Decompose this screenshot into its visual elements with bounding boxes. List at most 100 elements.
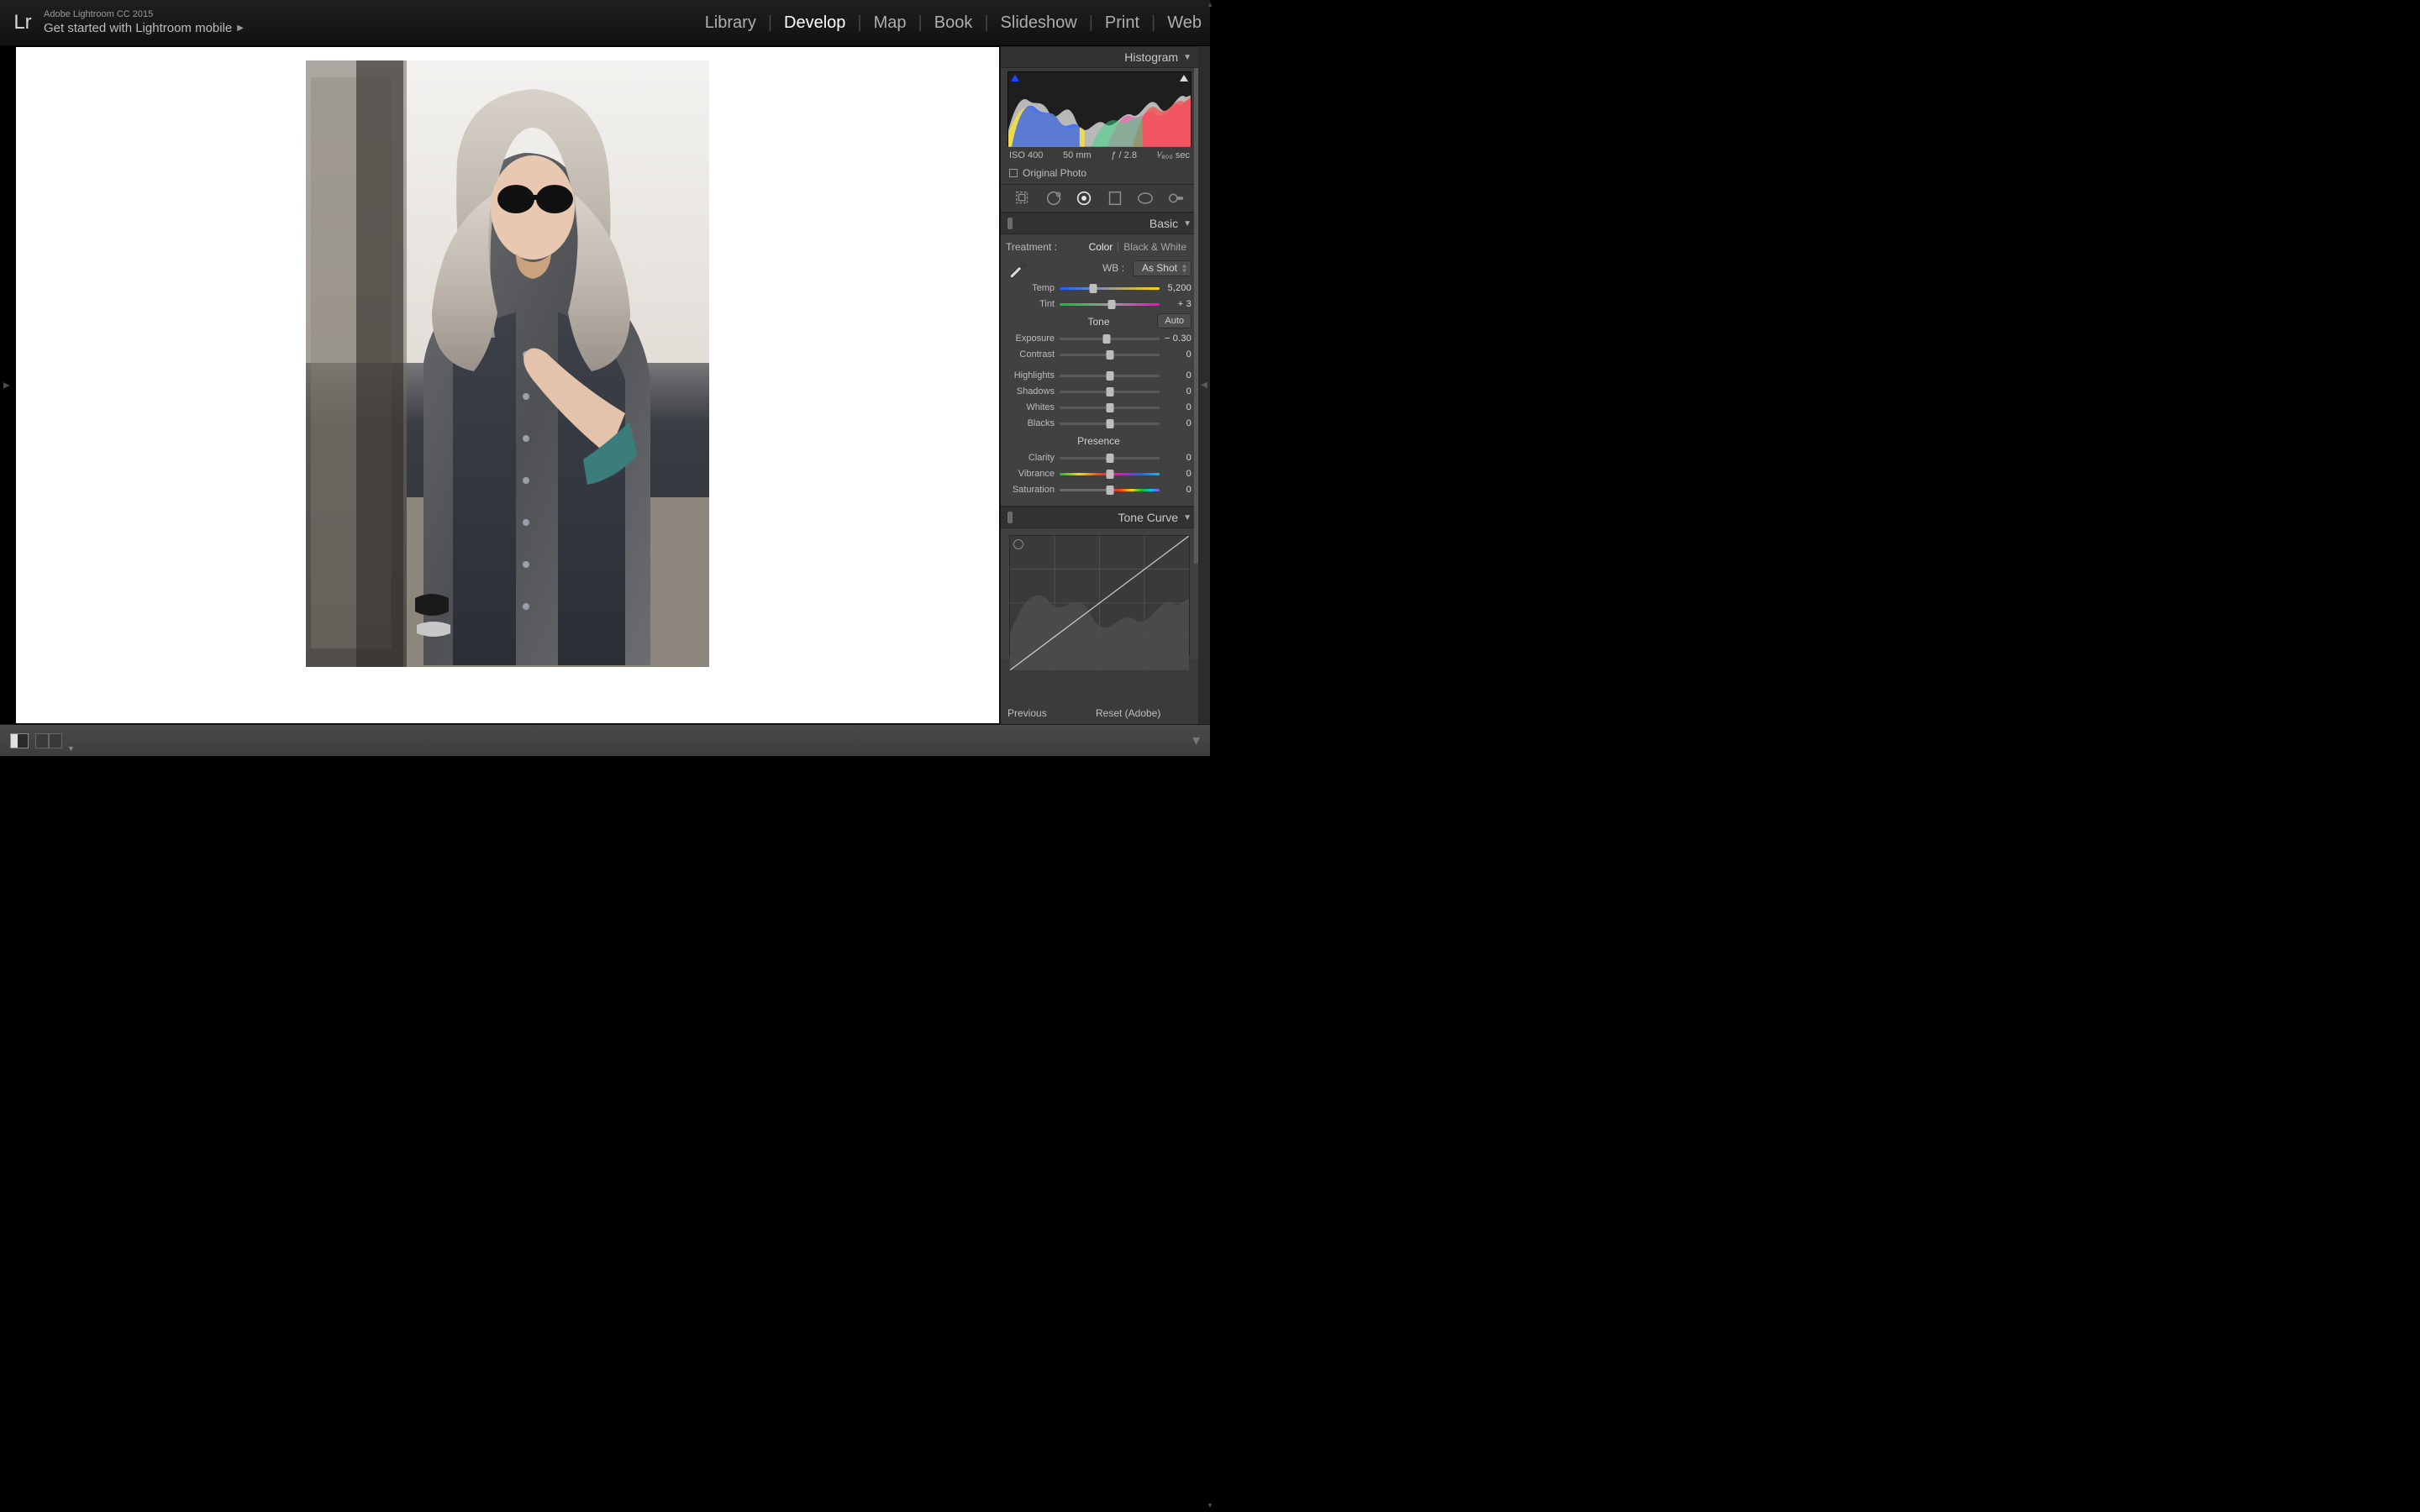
exposure-label: Exposure — [1006, 333, 1060, 344]
shadows-label: Shadows — [1006, 386, 1060, 396]
panel-title-tonecurve: Tone Curve — [1118, 511, 1179, 524]
original-photo-label: Original Photo — [1023, 167, 1086, 179]
wb-preset-dropdown[interactable]: As Shot — [1133, 260, 1192, 276]
vibrance-label: Vibrance — [1006, 469, 1060, 479]
tint-value[interactable]: + 3 — [1160, 299, 1192, 309]
temp-value[interactable]: 5,200 — [1160, 283, 1192, 293]
module-develop[interactable]: Develop — [784, 13, 845, 33]
contrast-slider[interactable] — [1060, 350, 1160, 359]
top-panel-expand-icon[interactable]: ▴ — [1207, 0, 1212, 9]
preview-photo[interactable] — [306, 60, 709, 667]
right-panel-expand-icon[interactable]: ◀ — [1198, 46, 1210, 724]
adjustment-brush-tool-icon[interactable] — [1165, 187, 1187, 209]
loupe-view-button[interactable] — [10, 733, 29, 748]
exposure-value[interactable]: − 0.30 — [1160, 333, 1192, 344]
treatment-bw[interactable]: Black & White — [1118, 241, 1192, 253]
meta-shutter: ¹⁄₈₀₀ sec — [1157, 150, 1190, 160]
treatment-color[interactable]: Color — [1084, 241, 1118, 253]
module-web[interactable]: Web — [1167, 13, 1202, 33]
tint-label: Tint — [1006, 299, 1060, 309]
panel-header-basic[interactable]: Basic ▼ — [1001, 213, 1198, 234]
whites-value[interactable]: 0 — [1160, 402, 1192, 412]
highlights-slider[interactable] — [1060, 371, 1160, 380]
tint-slider[interactable] — [1060, 300, 1160, 308]
top-bar: ▴ Lr Adobe Lightroom CC 2015 Get started… — [0, 0, 1210, 46]
wb-label: WB : — [1102, 262, 1124, 274]
checkbox-icon — [1009, 169, 1018, 177]
panel-scrollbar[interactable] — [1194, 68, 1198, 564]
contrast-value[interactable]: 0 — [1160, 349, 1192, 360]
panel-header-tonecurve[interactable]: Tone Curve ▼ — [1001, 507, 1198, 528]
whites-label: Whites — [1006, 402, 1060, 412]
exposure-slider[interactable] — [1060, 334, 1160, 343]
crop-tool-icon[interactable] — [1012, 187, 1034, 209]
saturation-value[interactable]: 0 — [1160, 485, 1192, 495]
panel-header-histogram[interactable]: Histogram ▼ — [1001, 46, 1198, 68]
highlights-value[interactable]: 0 — [1160, 370, 1192, 381]
shadows-value[interactable]: 0 — [1160, 386, 1192, 396]
clarity-slider[interactable] — [1060, 454, 1160, 462]
blacks-slider[interactable] — [1060, 419, 1160, 428]
temp-label: Temp — [1006, 283, 1060, 293]
left-panel-expand-icon[interactable]: ▶ — [3, 381, 10, 390]
meta-iso: ISO 400 — [1009, 150, 1043, 160]
previous-button[interactable]: Previous — [1007, 707, 1087, 719]
develop-tool-strip — [1001, 184, 1198, 213]
module-picker: Library| Develop| Map| Book| Slideshow| … — [705, 13, 1202, 33]
redeye-tool-icon[interactable] — [1073, 187, 1095, 209]
filmstrip-expand-icon[interactable]: ▾ — [1207, 1501, 1212, 1510]
right-panel: Histogram ▼ ISO 400 50 mm ƒ / 2.8 ¹⁄₈₀₀ … — [1000, 46, 1198, 724]
tone-header: Tone — [1087, 316, 1109, 328]
histogram-display[interactable] — [1007, 71, 1192, 147]
image-canvas[interactable] — [15, 46, 1000, 724]
white-balance-dropper-icon[interactable] — [1006, 257, 1031, 279]
auto-tone-button[interactable]: Auto — [1157, 313, 1192, 328]
chevron-down-icon: ▼ — [1183, 219, 1192, 228]
vibrance-value[interactable]: 0 — [1160, 469, 1192, 479]
panel-toggle-switch[interactable] — [1007, 218, 1013, 229]
panel-toggle-switch[interactable] — [1007, 512, 1013, 523]
clarity-value[interactable]: 0 — [1160, 453, 1192, 463]
chevron-down-icon: ▼ — [1183, 513, 1192, 522]
panel-title-basic: Basic — [1150, 217, 1178, 230]
radial-filter-tool-icon[interactable] — [1134, 187, 1156, 209]
vibrance-slider[interactable] — [1060, 470, 1160, 478]
blacks-value[interactable]: 0 — [1160, 418, 1192, 428]
temp-slider[interactable] — [1060, 284, 1160, 292]
chevron-right-icon: ▶ — [237, 24, 244, 34]
meta-focal: 50 mm — [1063, 150, 1092, 160]
identity-plate-label: Get started with Lightroom mobile — [44, 21, 232, 36]
shadows-slider[interactable] — [1060, 387, 1160, 396]
toolbar-options-dropdown[interactable]: ▾ — [1192, 732, 1200, 749]
module-book[interactable]: Book — [934, 13, 973, 33]
tone-curve-graph[interactable] — [1009, 535, 1190, 656]
tone-curve-panel — [1001, 528, 1198, 659]
presence-header: Presence — [1077, 435, 1120, 447]
reset-button[interactable]: Reset (Adobe) — [1096, 707, 1192, 719]
treatment-label: Treatment : — [1006, 241, 1084, 253]
module-slideshow[interactable]: Slideshow — [1001, 13, 1077, 33]
before-after-view-button[interactable] — [35, 733, 62, 748]
panel-title-histogram: Histogram — [1124, 50, 1178, 64]
saturation-label: Saturation — [1006, 485, 1060, 495]
chevron-down-icon[interactable]: ▼ — [67, 744, 75, 753]
blacks-label: Blacks — [1006, 418, 1060, 428]
contrast-label: Contrast — [1006, 349, 1060, 360]
spot-removal-tool-icon[interactable] — [1043, 187, 1065, 209]
original-photo-toggle[interactable]: Original Photo — [1001, 164, 1198, 184]
saturation-slider[interactable] — [1060, 486, 1160, 494]
app-logo: Lr — [7, 7, 39, 39]
highlights-label: Highlights — [1006, 370, 1060, 381]
module-print[interactable]: Print — [1105, 13, 1139, 33]
chevron-down-icon: ▼ — [1183, 53, 1192, 62]
meta-aperture: ƒ / 2.8 — [1111, 150, 1137, 160]
histogram-metadata: ISO 400 50 mm ƒ / 2.8 ¹⁄₈₀₀ sec — [1001, 147, 1198, 164]
module-map[interactable]: Map — [874, 13, 907, 33]
module-library[interactable]: Library — [705, 13, 756, 33]
whites-slider[interactable] — [1060, 403, 1160, 412]
identity-plate-link[interactable]: Get started with Lightroom mobile ▶ — [44, 21, 244, 36]
bottom-toolbar: ▼ ▾ ▾ — [0, 724, 1210, 756]
app-title: Adobe Lightroom CC 2015 — [44, 9, 244, 20]
graduated-filter-tool-icon[interactable] — [1104, 187, 1126, 209]
clarity-label: Clarity — [1006, 453, 1060, 463]
